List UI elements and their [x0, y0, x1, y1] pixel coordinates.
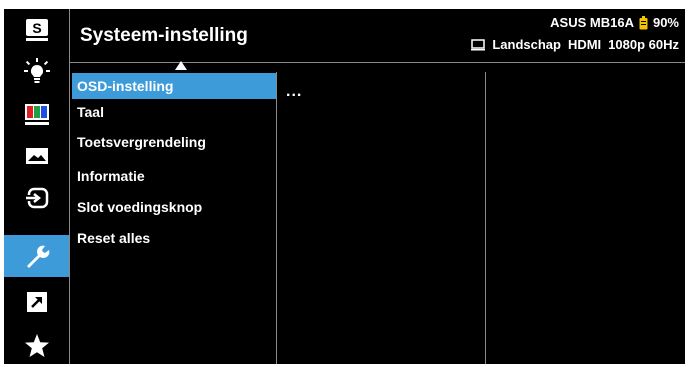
orientation-status: Landschap [492, 37, 561, 52]
submenu-ellipsis: ... [286, 83, 303, 100]
input-select-icon [23, 187, 48, 209]
submenu-divider [485, 72, 486, 364]
splendid-s-icon: S [25, 19, 48, 41]
resolution-status: 1080p 60Hz [608, 37, 679, 52]
sidebar-item-splendid[interactable]: S [4, 9, 69, 51]
svg-text:S: S [32, 20, 41, 36]
page-title: Systeem-instelling [80, 25, 248, 46]
menu-item-toetsvergrendeling[interactable]: Toetsvergrendeling [72, 129, 276, 155]
input-status: HDMI [567, 37, 602, 52]
monitor-icon [471, 38, 486, 50]
system-setup-wrench-icon [26, 245, 49, 268]
myfavorite-star-icon [24, 334, 49, 357]
sidebar-item-input-select[interactable] [4, 177, 69, 219]
sidebar: S [4, 9, 69, 364]
sidebar-item-color[interactable] [4, 93, 69, 135]
sidebar-item-system-setup[interactable] [4, 235, 69, 277]
image-icon [25, 148, 48, 164]
sidebar-item-blue-light[interactable] [4, 51, 69, 93]
sidebar-item-shortcut[interactable] [4, 281, 69, 323]
shortcut-arrow-icon [26, 292, 47, 312]
status-bar: Landschap HDMI 1080p 60Hz [471, 37, 679, 52]
menu-divider [276, 72, 277, 364]
sidebar-item-myfavorite[interactable] [4, 325, 69, 367]
menu-item-osd-instelling[interactable]: OSD-instelling [72, 73, 276, 99]
battery-level: 90% [652, 15, 679, 30]
menu-item-slot-voedingsknop[interactable]: Slot voedingsknop [72, 194, 276, 220]
menu-item-informatie[interactable]: Informatie [72, 163, 276, 189]
color-icon [24, 104, 49, 125]
menu-item-reset-alles[interactable]: Reset alles [72, 225, 276, 251]
model-name: ASUS MB16A [550, 15, 634, 30]
scroll-up-arrow-icon[interactable] [175, 61, 187, 70]
osd-menu: S Systeem-instelling ASUS MB16A 90% Land… [4, 9, 685, 364]
sidebar-item-image[interactable] [4, 135, 69, 177]
menu-item-taal[interactable]: Taal [72, 99, 276, 125]
blue-light-filter-icon [23, 58, 50, 83]
header-divider [69, 62, 685, 63]
battery-icon [639, 15, 648, 29]
model-info: ASUS MB16A 90% [550, 15, 679, 30]
